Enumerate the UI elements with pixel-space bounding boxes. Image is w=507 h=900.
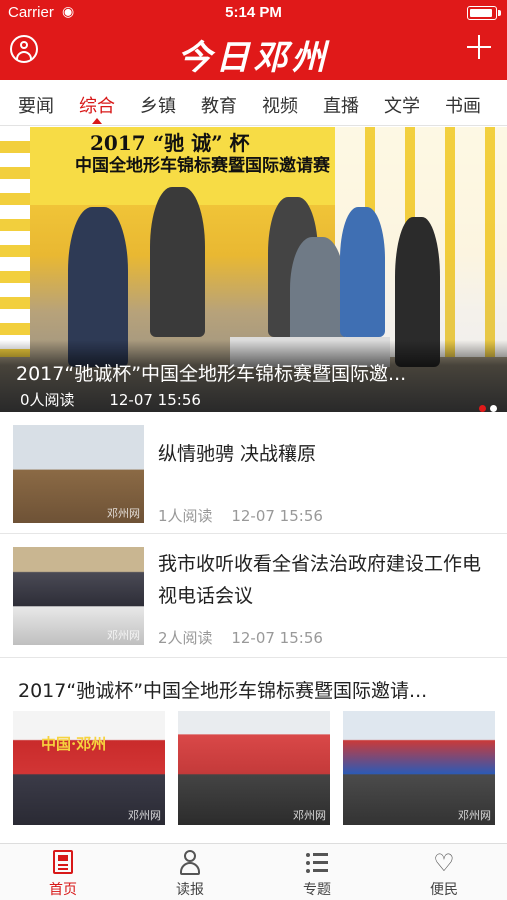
- article-thumbnail: 邓州网: [13, 425, 144, 523]
- list-item[interactable]: 邓州网 纵情驰骋 决战穰原 1人阅读 12-07 15:56: [0, 412, 507, 534]
- gallery-banner-text: 中国·邓州: [41, 735, 107, 753]
- nav-home-label: 首页: [49, 882, 77, 898]
- tab-jiaoyu[interactable]: 教育: [191, 92, 247, 118]
- nav-topics[interactable]: 专题: [254, 844, 380, 900]
- hero-meta: 0人阅读 12-07 15:56: [20, 389, 231, 410]
- app-logo: 今日邓州: [177, 38, 330, 78]
- gallery-image[interactable]: 中国·邓州 邓州网: [13, 711, 165, 825]
- article-meta: 1人阅读 12-07 15:56: [158, 505, 337, 526]
- nav-services[interactable]: ♡ 便民: [381, 844, 507, 900]
- article-thumbnail: 邓州网: [13, 547, 144, 645]
- active-tab-indicator: [92, 118, 102, 124]
- article-read-count: 1人阅读: [158, 507, 213, 525]
- hero-timestamp: 12-07 15:56: [109, 391, 201, 409]
- heart-icon: ♡: [433, 849, 455, 877]
- article-timestamp: 12-07 15:56: [231, 629, 323, 647]
- hero-title[interactable]: 2017“驰诚杯”中国全地形车锦标赛暨国际邀...: [16, 359, 491, 386]
- thumbnail-watermark: 邓州网: [107, 507, 140, 520]
- nav-services-label: 便民: [430, 882, 458, 898]
- category-tabs: 要闻 综合 乡镇 教育 视频 直播 文学 书画: [0, 80, 507, 126]
- nav-topics-label: 专题: [303, 882, 331, 898]
- thumbnail-watermark: 邓州网: [293, 809, 326, 822]
- add-button[interactable]: [467, 35, 491, 59]
- gallery-image[interactable]: 邓州网: [343, 711, 495, 825]
- nav-home[interactable]: 首页: [0, 844, 126, 900]
- tab-zonghe[interactable]: 综合: [69, 92, 125, 118]
- article-title[interactable]: 我市收听收看全省法治政府建设工作电视电话会议: [158, 548, 493, 612]
- carousel-indicator: [475, 397, 497, 412]
- reader-icon: [178, 850, 202, 876]
- status-time: 5:14 PM: [225, 4, 282, 21]
- battery-icon: [467, 6, 501, 20]
- list-item[interactable]: 邓州网 我市收听收看全省法治政府建设工作电视电话会议 2人阅读 12-07 15…: [0, 534, 507, 658]
- tab-zhibo[interactable]: 直播: [313, 92, 369, 118]
- thumbnail-watermark: 邓州网: [107, 629, 140, 642]
- carousel-dot[interactable]: [479, 405, 486, 412]
- article-title[interactable]: 纵情驰骋 决战穰原: [158, 438, 493, 470]
- status-bar: Carrier ◉ 5:14 PM: [0, 0, 507, 28]
- news-icon: [53, 850, 73, 874]
- tab-shuhua[interactable]: 书画: [435, 92, 491, 118]
- bottom-tab-bar: 首页 读报 专题 ♡ 便民: [0, 843, 507, 900]
- app-header: Carrier ◉ 5:14 PM 今日邓州: [0, 0, 507, 80]
- gallery-image[interactable]: 邓州网: [178, 711, 330, 825]
- list-icon: [306, 853, 328, 873]
- thumbnail-watermark: 邓州网: [128, 809, 161, 822]
- nav-reader-label: 读报: [176, 882, 204, 898]
- nav-reader[interactable]: 读报: [127, 844, 253, 900]
- article-meta: 2人阅读 12-07 15:56: [158, 627, 337, 648]
- article-read-count: 2人阅读: [158, 629, 213, 647]
- hero-read-count: 0人阅读: [20, 391, 75, 409]
- thumbnail-watermark: 邓州网: [458, 809, 491, 822]
- carousel-dot[interactable]: [490, 405, 497, 412]
- hero-carousel[interactable]: 2017 “驰 诚” 杯 中国全地形车锦标赛暨国际邀请赛 2017“驰诚杯”中国…: [0, 127, 507, 412]
- tab-xiangzhen[interactable]: 乡镇: [130, 92, 186, 118]
- tab-wenxue[interactable]: 文学: [374, 92, 430, 118]
- hero-banner-line2: 中国全地形车锦标赛暨国际邀请赛: [75, 156, 330, 176]
- article-timestamp: 12-07 15:56: [231, 507, 323, 525]
- tab-shipin[interactable]: 视频: [252, 92, 308, 118]
- tab-yaowen[interactable]: 要闻: [8, 92, 64, 118]
- gallery-title[interactable]: 2017“驰诚杯”中国全地形车锦标赛暨国际邀请...: [18, 676, 493, 703]
